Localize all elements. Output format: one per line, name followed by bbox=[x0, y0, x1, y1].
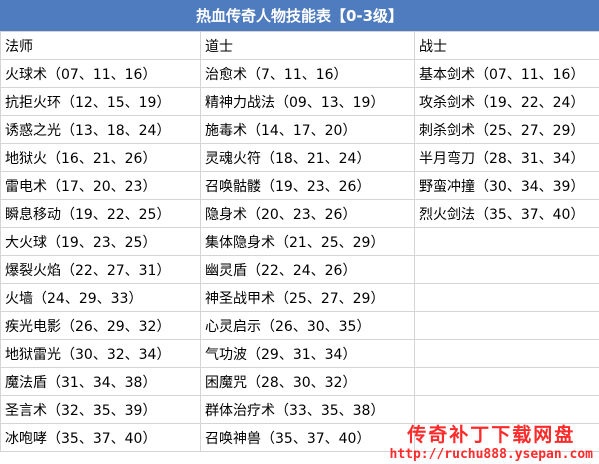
mage-skill-cell: 诱惑之光（13、18、24） bbox=[0, 115, 201, 144]
taoist-skill-cell: 召唤神兽（35、37、40） bbox=[200, 423, 415, 452]
mage-skill-cell: 地狱火（16、21、26） bbox=[0, 143, 201, 172]
table-row: 圣言术（32、35、39） 群体治疗术（33、35、38） bbox=[0, 395, 599, 424]
warrior-skill-cell: 基本剑术（07、11、16） bbox=[414, 59, 599, 88]
table-row: 火墙（24、29、33） 神圣战甲术（25、27、29） bbox=[0, 283, 599, 312]
mage-skill-cell: 火球术（07、11、16） bbox=[0, 59, 201, 88]
warrior-skill-cell bbox=[414, 311, 599, 340]
taoist-skill-cell: 灵魂火符（18、21、24） bbox=[200, 143, 415, 172]
taoist-skill-cell: 心灵启示（26、30、35） bbox=[200, 311, 415, 340]
table-row: 瞬息移动（19、22、25） 隐身术（20、23、26） 烈火剑法（35、37、40… bbox=[0, 199, 599, 228]
table-row: 雷电术（17、20、23） 召唤骷髅（19、23、26） 野蛮冲撞（30、34、39… bbox=[0, 171, 599, 200]
mage-skill-cell: 爆裂火焰（22、27、31） bbox=[0, 255, 201, 284]
mage-skill-cell: 大火球（19、23、25） bbox=[0, 227, 201, 256]
taoist-skill-cell: 困魔咒（28、30、32） bbox=[200, 367, 415, 396]
table-row: 冰咆哮（35、37、40） 召唤神兽（35、37、40） bbox=[0, 423, 599, 452]
mage-skill-cell: 地狱雷光（30、32、34） bbox=[0, 339, 201, 368]
warrior-skill-cell bbox=[414, 255, 599, 284]
warrior-skill-cell bbox=[414, 227, 599, 256]
mage-skill-cell: 冰咆哮（35、37、40） bbox=[0, 423, 201, 452]
warrior-skill-cell bbox=[414, 423, 599, 452]
taoist-skill-cell: 神圣战甲术（25、27、29） bbox=[200, 283, 415, 312]
table-row: 魔法盾（31、34、38） 困魔咒（28、30、32） bbox=[0, 367, 599, 396]
warrior-skill-cell: 攻杀剑术（19、22、24） bbox=[414, 87, 599, 116]
warrior-skill-cell bbox=[414, 283, 599, 312]
warrior-skill-cell: 半月弯刀（28、31、34） bbox=[414, 143, 599, 172]
taoist-skill-cell: 幽灵盾（22、24、26） bbox=[200, 255, 415, 284]
table-title: 热血传奇人物技能表【0-3级】 bbox=[0, 0, 599, 31]
warrior-skill-cell bbox=[414, 367, 599, 396]
table-row: 抗拒火环（12、15、19） 精神力战法（09、13、19） 攻杀剑术（19、22、… bbox=[0, 87, 599, 116]
warrior-skill-cell bbox=[414, 339, 599, 368]
taoist-skill-cell: 施毒术（14、17、20） bbox=[200, 115, 415, 144]
taoist-skill-cell: 气功波（29、31、34） bbox=[200, 339, 415, 368]
mage-skill-cell: 抗拒火环（12、15、19） bbox=[0, 87, 201, 116]
column-header-taoist: 道士 bbox=[200, 31, 415, 60]
taoist-skill-cell: 治愈术（7、11、16） bbox=[200, 59, 415, 88]
skill-table: 法师 道士 战士 火球术（07、11、16） 治愈术（7、11、16） 基本剑术（0… bbox=[0, 31, 599, 452]
warrior-skill-cell bbox=[414, 395, 599, 424]
taoist-skill-cell: 召唤骷髅（19、23、26） bbox=[200, 171, 415, 200]
table-row: 大火球（19、23、25） 集体隐身术（21、25、29） bbox=[0, 227, 599, 256]
mage-skill-cell: 雷电术（17、20、23） bbox=[0, 171, 201, 200]
mage-skill-cell: 火墙（24、29、33） bbox=[0, 283, 201, 312]
mage-skill-cell: 疾光电影（26、29、32） bbox=[0, 311, 201, 340]
table-row: 疾光电影（26、29、32） 心灵启示（26、30、35） bbox=[0, 311, 599, 340]
column-header-mage: 法师 bbox=[0, 31, 201, 60]
column-header-warrior: 战士 bbox=[414, 31, 599, 60]
table-row: 火球术（07、11、16） 治愈术（7、11、16） 基本剑术（07、11、16） bbox=[0, 59, 599, 88]
taoist-skill-cell: 集体隐身术（21、25、29） bbox=[200, 227, 415, 256]
mage-skill-cell: 魔法盾（31、34、38） bbox=[0, 367, 201, 396]
table-row: 爆裂火焰（22、27、31） 幽灵盾（22、24、26） bbox=[0, 255, 599, 284]
warrior-skill-cell: 刺杀剑术（25、27、29） bbox=[414, 115, 599, 144]
table-row: 诱惑之光（13、18、24） 施毒术（14、17、20） 刺杀剑术（25、27、29… bbox=[0, 115, 599, 144]
warrior-skill-cell: 野蛮冲撞（30、34、39） bbox=[414, 171, 599, 200]
taoist-skill-cell: 隐身术（20、23、26） bbox=[200, 199, 415, 228]
table-row: 地狱火（16、21、26） 灵魂火符（18、21、24） 半月弯刀（28、31、34… bbox=[0, 143, 599, 172]
mage-skill-cell: 圣言术（32、35、39） bbox=[0, 395, 201, 424]
warrior-skill-cell: 烈火剑法（35、37、40） bbox=[414, 199, 599, 228]
header-row: 法师 道士 战士 bbox=[0, 31, 599, 60]
mage-skill-cell: 瞬息移动（19、22、25） bbox=[0, 199, 201, 228]
table-row: 地狱雷光（30、32、34） 气功波（29、31、34） bbox=[0, 339, 599, 368]
taoist-skill-cell: 群体治疗术（33、35、38） bbox=[200, 395, 415, 424]
taoist-skill-cell: 精神力战法（09、13、19） bbox=[200, 87, 415, 116]
